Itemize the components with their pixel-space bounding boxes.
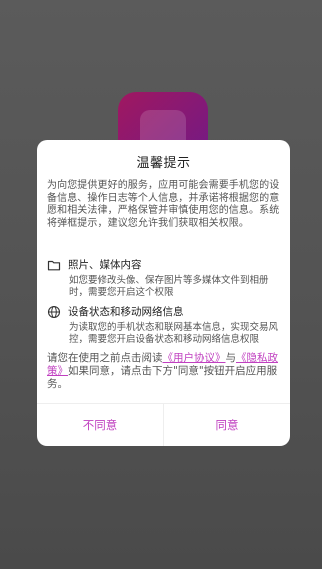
- permission-title: 照片、媒体内容: [68, 258, 142, 271]
- privacy-dialog: 温馨提示 为向您提供更好的服务，应用可能会需要手机您的设备信息、操作日志等个人信…: [37, 140, 290, 446]
- user-agreement-link[interactable]: 《用户协议》: [163, 352, 226, 364]
- notice-prefix: 请您在使用之前点击阅读: [47, 352, 163, 364]
- permission-item-device: 设备状态和移动网络信息 为读取您的手机状态和联网基本信息，实现交易风控，需要您开…: [47, 304, 280, 345]
- dialog-title: 温馨提示: [136, 156, 191, 171]
- disagree-button[interactable]: 不同意: [37, 404, 163, 446]
- dialog-footer: 不同意 同意: [37, 403, 290, 446]
- notice-suffix: 如果同意，请点击下方"同意"按钮开启应用服务。: [47, 365, 278, 390]
- permission-item-media: 照片、媒体内容 如您要修改头像、保存图片等多媒体文件到相册时，需要您开启这个权限: [47, 257, 280, 298]
- globe-icon: [47, 304, 61, 319]
- folder-icon: [47, 257, 61, 271]
- dialog-intro: 为向您提供更好的服务，应用可能会需要手机您的设备信息、操作日志等个人信息，并承诺…: [47, 180, 280, 229]
- permission-desc: 为读取您的手机状态和联网基本信息，实现交易风控，需要您开启设备状态和移动网络信息…: [69, 322, 279, 345]
- notice-and: 与: [225, 352, 237, 364]
- agreement-notice: 请您在使用之前点击阅读《用户协议》与《隐私政策》如果同意，请点击下方"同意"按钮…: [47, 352, 280, 391]
- permission-desc: 如您要修改头像、保存图片等多媒体文件到相册时，需要您开启这个权限: [69, 275, 269, 298]
- agree-button[interactable]: 同意: [163, 404, 290, 446]
- permission-title: 设备状态和移动网络信息: [68, 305, 184, 318]
